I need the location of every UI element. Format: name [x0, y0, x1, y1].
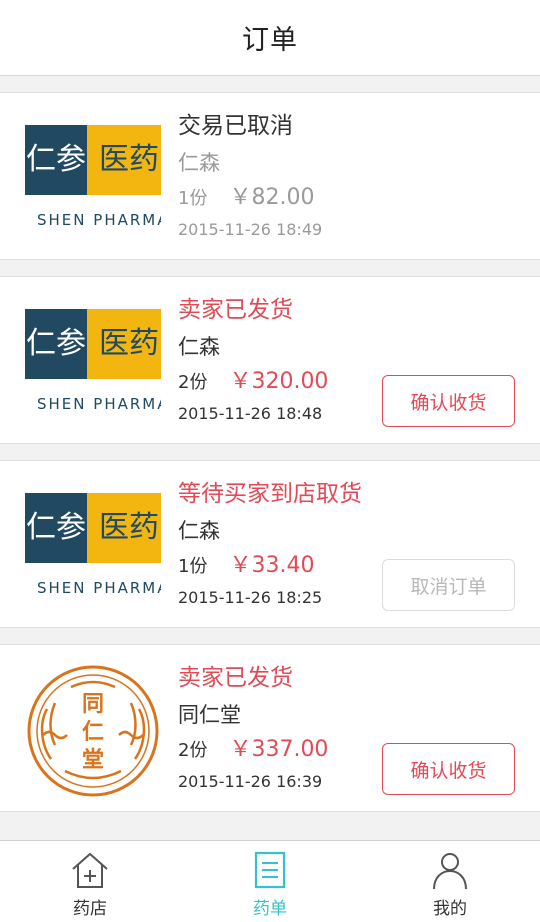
order-card[interactable]: 仁参 医药 SHEN PHARMA 交易已取消 仁森 1份 ￥82.00 201…	[0, 92, 540, 260]
order-quantity: 1份	[178, 188, 208, 209]
order-quantity: 2份	[178, 372, 208, 393]
shop-name: 仁森	[178, 519, 220, 543]
confirm-receipt-button[interactable]: 确认收货	[382, 375, 515, 427]
order-card[interactable]: 同 仁 堂 卖家已发货 同仁堂 2份 ￥337.00 2015-11-26 16…	[0, 644, 540, 812]
tab-label: 药店	[73, 899, 107, 919]
svg-text:SHEN PHARMA: SHEN PHARMA	[37, 211, 161, 229]
svg-text:仁参: 仁参	[26, 326, 86, 361]
svg-text:SHEN PHARMA: SHEN PHARMA	[37, 579, 161, 597]
order-status: 等待买家到店取货	[178, 481, 362, 507]
product-image-shen-pharma: 仁参 医药 SHEN PHARMA	[25, 111, 161, 247]
order-status: 交易已取消	[178, 113, 293, 139]
home-icon	[72, 852, 108, 888]
order-info: 交易已取消 仁森 1份 ￥82.00 2015-11-26 18:49	[178, 109, 540, 245]
svg-text:SHEN PHARMA: SHEN PHARMA	[37, 395, 161, 413]
order-status: 卖家已发货	[178, 665, 293, 691]
order-price: ￥82.00	[229, 185, 315, 210]
shop-name: 同仁堂	[178, 703, 241, 727]
cancel-order-button[interactable]: 取消订单	[382, 559, 515, 611]
svg-text:同: 同	[82, 691, 104, 717]
order-price: ￥320.00	[229, 369, 329, 394]
svg-text:仁: 仁	[82, 719, 104, 745]
shop-name: 仁森	[178, 151, 220, 175]
product-image-tongrentang-seal: 同 仁 堂	[25, 663, 161, 799]
tab-label: 我的	[433, 899, 467, 919]
tab-label: 药单	[253, 899, 287, 919]
shop-name: 仁森	[178, 335, 220, 359]
order-price: ￥33.40	[229, 553, 315, 578]
bottom-tab-bar: 药店 药单 我的	[0, 840, 540, 922]
svg-text:医药: 医药	[99, 142, 159, 177]
order-quantity: 1份	[178, 556, 208, 577]
svg-text:仁参: 仁参	[26, 142, 86, 177]
svg-text:堂: 堂	[82, 747, 104, 773]
tab-pharmacy[interactable]: 药店	[0, 841, 180, 922]
user-icon	[433, 853, 467, 890]
order-quantity: 2份	[178, 740, 208, 761]
order-price: ￥337.00	[229, 737, 329, 762]
list-icon	[254, 851, 286, 889]
order-time: 2015-11-26 18:49	[178, 220, 323, 239]
product-image-shen-pharma: 仁参 医药 SHEN PHARMA	[25, 479, 161, 615]
order-list[interactable]: 仁参 医药 SHEN PHARMA 交易已取消 仁森 1份 ￥82.00 201…	[0, 92, 540, 828]
page-title: 订单	[242, 25, 298, 56]
confirm-receipt-button[interactable]: 确认收货	[382, 743, 515, 795]
svg-text:医药: 医药	[99, 326, 159, 361]
page-header: 订单	[0, 0, 540, 76]
order-card[interactable]: 仁参 医药 SHEN PHARMA 等待买家到店取货 仁森 1份 ￥33.40 …	[0, 460, 540, 628]
tab-orders[interactable]: 药单	[180, 841, 360, 922]
svg-text:医药: 医药	[99, 510, 159, 545]
order-status: 卖家已发货	[178, 297, 293, 323]
svg-text:仁参: 仁参	[26, 510, 86, 545]
tab-profile[interactable]: 我的	[360, 841, 540, 922]
order-card[interactable]: 仁参 医药 SHEN PHARMA 卖家已发货 仁森 2份 ￥320.00 20…	[0, 276, 540, 444]
product-image-shen-pharma: 仁参 医药 SHEN PHARMA	[25, 295, 161, 431]
